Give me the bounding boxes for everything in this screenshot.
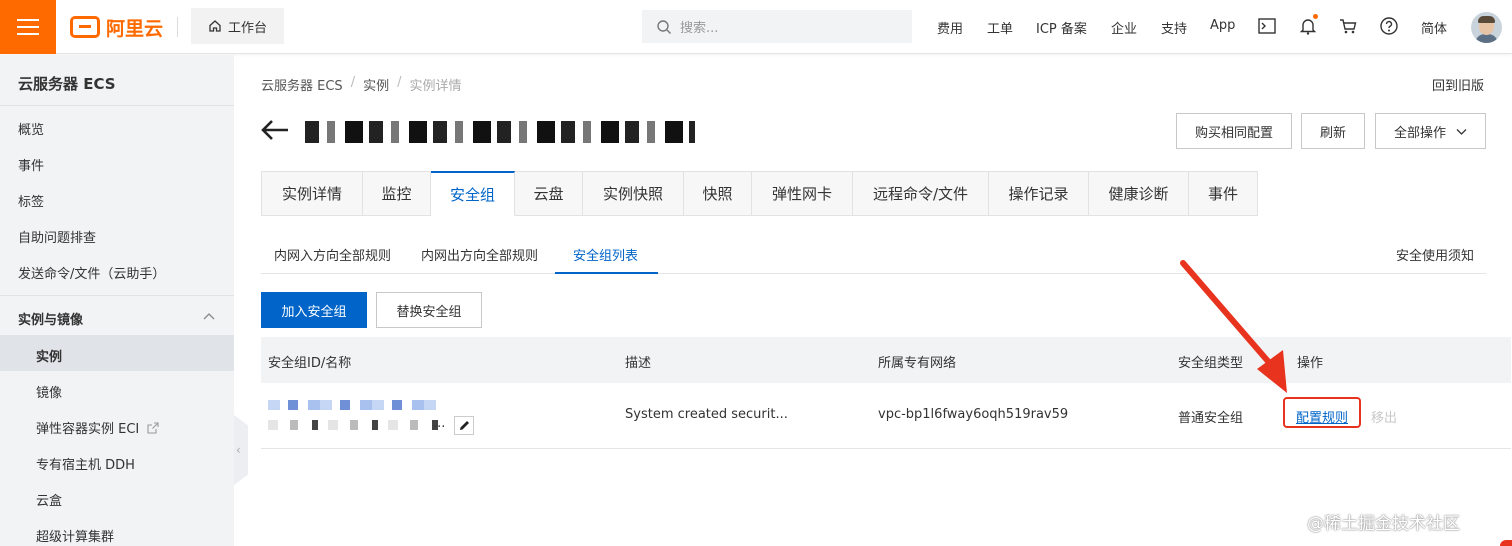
help-icon[interactable]	[1379, 16, 1399, 36]
top-bar: 阿里云 工作台 搜索... 费用 工单 ICP 备案 企业 支持 App 简体	[0, 0, 1512, 54]
cart-icon[interactable]	[1338, 16, 1358, 36]
column-header-description: 描述	[625, 356, 652, 371]
instance-tabs: 实例详情 监控 安全组 云盘 实例快照 快照 弹性网卡 远程命令/文件 操作记录…	[261, 171, 1258, 216]
vpc-cell[interactable]: vpc-bp1l6fway6oqh519rav59	[878, 407, 1068, 422]
sidebar: 云服务器 ECS 概览 事件 标签 自助问题排查 发送命令/文件（云助手） 实例…	[0, 55, 234, 546]
divider	[177, 17, 178, 37]
chevron-down-icon	[1456, 128, 1467, 135]
description-cell: System created securit...	[625, 407, 788, 422]
nav-fees[interactable]: 费用	[937, 18, 963, 37]
configure-rules-link[interactable]: 配置规则	[1296, 407, 1348, 426]
active-subtab-indicator	[555, 272, 658, 274]
sidebar-title: 云服务器 ECS	[18, 75, 116, 93]
buy-same-config-button[interactable]: 购买相同配置	[1176, 113, 1292, 149]
logo[interactable]: 阿里云	[70, 14, 163, 40]
breadcrumb-current: 实例详情	[409, 79, 462, 94]
name-ellipsis: ...	[433, 416, 446, 431]
menu-icon[interactable]	[0, 0, 56, 54]
search-placeholder: 搜索...	[680, 21, 719, 36]
tab-security-group[interactable]: 安全组	[431, 171, 515, 216]
table-row: ... System created securit... vpc-bp1l6f…	[261, 383, 1511, 449]
edit-icon[interactable]	[454, 416, 474, 435]
notification-dot	[1313, 14, 1318, 19]
external-link-icon	[147, 422, 159, 434]
type-cell: 普通安全组	[1178, 411, 1244, 426]
watermark-text: @稀土掘金技术社区	[1307, 514, 1460, 534]
column-header-vpc: 所属专有网络	[878, 356, 957, 371]
terminal-icon[interactable]	[1257, 16, 1277, 36]
tab-eni[interactable]: 弹性网卡	[752, 171, 853, 216]
sidebar-item-eci[interactable]: 弹性容器实例 ECI	[36, 418, 159, 437]
tab-operation-records[interactable]: 操作记录	[989, 171, 1089, 216]
sidebar-item-images[interactable]: 镜像	[36, 382, 62, 401]
all-operations-label: 全部操作	[1393, 125, 1446, 141]
sidebar-collapse-handle[interactable]: ‹	[234, 415, 248, 485]
breadcrumb: 云服务器 ECS / 实例 / 实例详情	[261, 75, 462, 94]
language-switch[interactable]: 简体	[1421, 18, 1447, 37]
sidebar-item-cloudbox[interactable]: 云盒	[36, 490, 62, 509]
back-arrow-icon[interactable]	[260, 118, 290, 142]
tab-events[interactable]: 事件	[1189, 171, 1258, 216]
sidebar-item-events[interactable]: 事件	[18, 155, 44, 174]
tab-instance-snapshots[interactable]: 实例快照	[583, 171, 684, 216]
chevron-up-icon[interactable]	[203, 311, 215, 323]
replace-security-group-button[interactable]: 替换安全组	[376, 292, 482, 328]
annotation-arrow-icon	[1180, 260, 1287, 393]
divider	[0, 295, 234, 296]
column-header-id-name: 安全组ID/名称	[268, 356, 352, 371]
nav-app[interactable]: App	[1210, 18, 1235, 33]
instance-name-redacted	[305, 121, 695, 143]
security-group-name-redacted	[268, 420, 443, 430]
refresh-button[interactable]: 刷新	[1301, 113, 1365, 149]
sidebar-item-troubleshoot[interactable]: 自助问题排查	[18, 227, 96, 246]
sidebar-item-instances[interactable]: 实例	[36, 346, 62, 365]
security-group-table: 安全组ID/名称 描述 所属专有网络 安全组类型 操作 ... System c…	[261, 337, 1511, 449]
join-security-group-button[interactable]: 加入安全组	[261, 292, 367, 328]
sidebar-item-ddh[interactable]: 专有宿主机 DDH	[36, 454, 135, 473]
home-icon	[209, 20, 221, 32]
sidebar-item-scc[interactable]: 超级计算集群	[36, 526, 114, 545]
chevron-left-icon: ‹	[236, 443, 241, 457]
subtab-security-group-list[interactable]: 安全组列表	[573, 245, 638, 264]
workbench-button[interactable]: 工作台	[191, 8, 284, 44]
tab-health-diagnosis[interactable]: 健康诊断	[1089, 171, 1189, 216]
security-notice-link[interactable]: 安全使用须知	[1396, 245, 1474, 264]
logo-text: 阿里云	[106, 17, 164, 40]
all-operations-dropdown[interactable]: 全部操作	[1375, 113, 1486, 149]
tab-remote-commands[interactable]: 远程命令/文件	[853, 171, 989, 216]
remove-link: 移出	[1371, 411, 1398, 426]
workbench-label: 工作台	[227, 20, 267, 36]
tab-instance-details[interactable]: 实例详情	[261, 171, 363, 216]
nav-tickets[interactable]: 工单	[987, 18, 1013, 37]
breadcrumb-instances[interactable]: 实例	[363, 75, 389, 94]
subtab-outbound-rules[interactable]: 内网出方向全部规则	[421, 245, 538, 264]
nav-support[interactable]: 支持	[1161, 18, 1187, 37]
search-icon	[657, 19, 671, 34]
nav-enterprise[interactable]: 企业	[1111, 18, 1137, 37]
tab-snapshots[interactable]: 快照	[684, 171, 752, 216]
breadcrumb-ecs[interactable]: 云服务器 ECS	[261, 75, 343, 94]
tab-disks[interactable]: 云盘	[515, 171, 583, 216]
logo-icon	[70, 16, 100, 38]
sidebar-item-send-command[interactable]: 发送命令/文件（云助手）	[18, 263, 165, 282]
avatar[interactable]	[1471, 12, 1502, 43]
back-to-old-version-link[interactable]: 回到旧版	[1432, 75, 1484, 94]
security-group-id-redacted[interactable]	[268, 400, 443, 410]
subtab-inbound-rules[interactable]: 内网入方向全部规则	[274, 245, 391, 264]
nav-icp[interactable]: ICP 备案	[1036, 18, 1087, 37]
corner-badge	[1500, 540, 1512, 546]
sidebar-item-overview[interactable]: 概览	[18, 119, 44, 138]
search-input[interactable]: 搜索...	[642, 10, 912, 43]
sidebar-item-eci-label: 弹性容器实例 ECI	[36, 422, 140, 437]
tab-monitoring[interactable]: 监控	[363, 171, 431, 216]
sidebar-group-instances-images[interactable]: 实例与镜像	[18, 309, 83, 328]
table-header: 安全组ID/名称 描述 所属专有网络 安全组类型 操作	[261, 337, 1511, 383]
divider	[0, 105, 234, 106]
sidebar-item-tags[interactable]: 标签	[18, 191, 44, 210]
bell-icon[interactable]	[1298, 14, 1318, 36]
